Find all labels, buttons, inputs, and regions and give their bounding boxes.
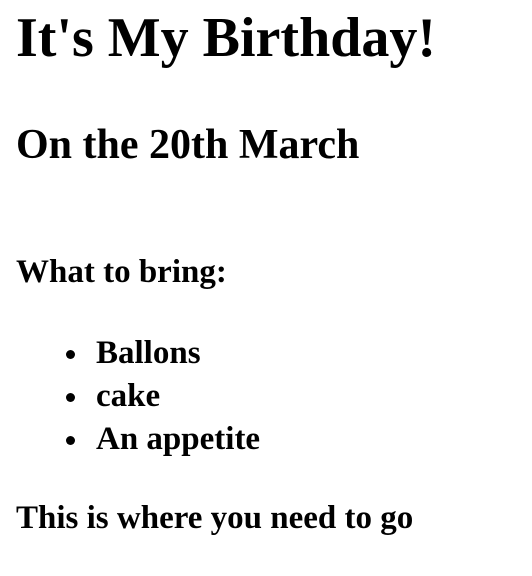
page-title: It's My Birthday! [16,7,436,69]
bring-heading: What to bring: [16,254,227,290]
list-item: Ballons [66,332,260,375]
bullet-icon [66,350,75,359]
list-item-label: An appetite [96,421,261,457]
directions-heading: This is where you need to go [16,500,414,536]
page: It's My Birthday! On the 20th March What… [0,0,532,576]
list-item-label: Ballons [96,335,201,371]
list-item: An appetite [66,418,261,461]
bullet-icon [66,436,75,445]
list-item-label: cake [96,378,161,414]
list-item: cake [66,375,260,418]
date-heading: On the 20th March [16,122,360,168]
bullet-icon [66,393,75,402]
bring-list: Ballons cake An appetite [66,332,261,461]
